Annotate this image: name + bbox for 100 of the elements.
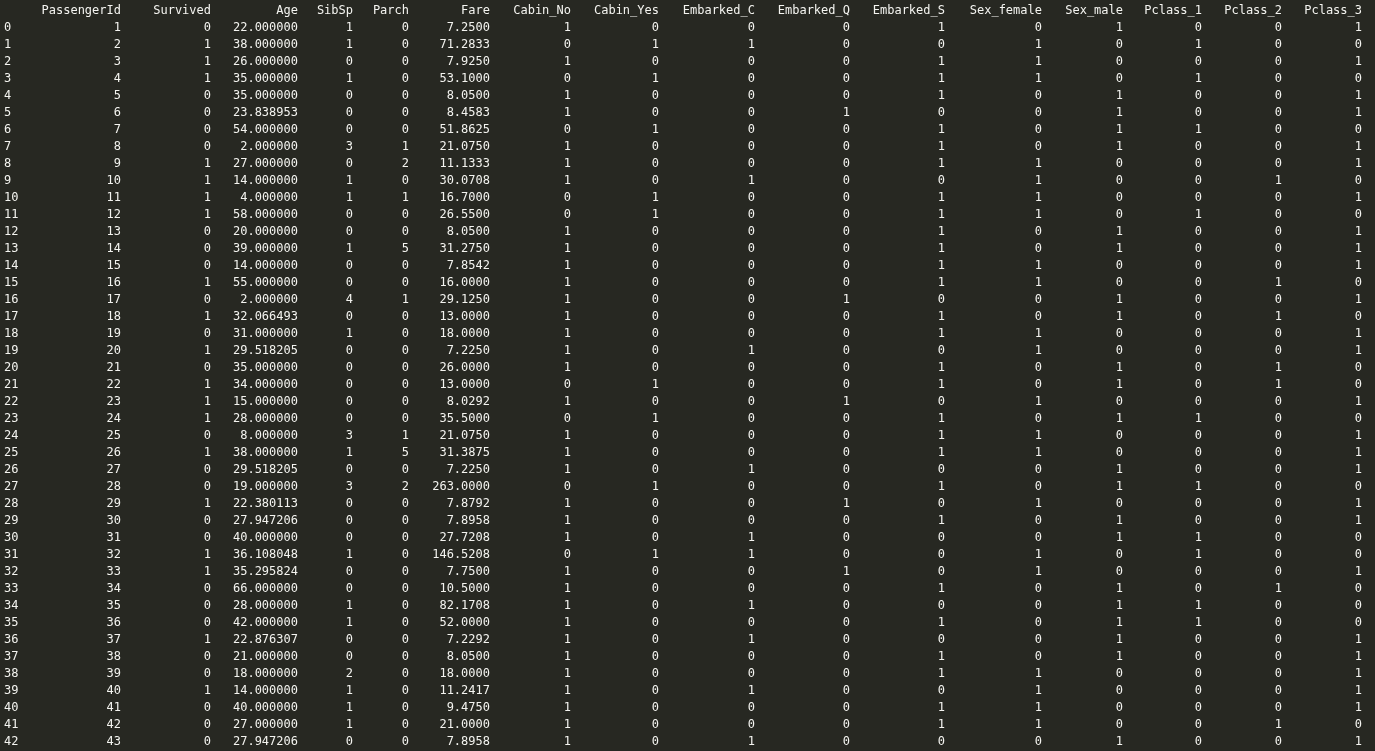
table-cell: 0 [1194,240,1202,255]
table-cell: 1 [651,70,659,85]
table-cell: 1 [1354,53,1362,68]
table-cell: 5 [401,240,409,255]
table-cell: 0 [401,665,409,680]
table-cell: 0 [651,138,659,153]
table-cell: 0 [747,410,755,425]
table-cell: 0 [1354,274,1362,289]
table-cell: 7.8958 [446,733,490,748]
table-cell: 1 [1194,36,1202,51]
table-cell: 0 [842,36,850,51]
table-cell: 0 [937,495,945,510]
table-cell: 0 [203,614,211,629]
table-cell: 1 [1034,427,1042,442]
table-cell: 0 [842,614,850,629]
table-cell: 1 [1354,682,1362,697]
table-cell: 7.2250 [446,461,490,476]
table-cell: 0 [651,495,659,510]
table-cell: 1 [1354,427,1362,442]
table-cell: 0 [842,665,850,680]
table-cell: 0 [203,597,211,612]
row-index: 26 [3,461,19,476]
table-cell: 1 [937,53,945,68]
table-cell: 43 [106,733,121,748]
table-cell: 1 [1354,631,1362,646]
table-cell: 0 [1115,682,1123,697]
table-cell: 0 [1115,70,1123,85]
row-index: 12 [3,223,19,238]
table-cell: 1 [937,359,945,374]
table-cell: 0 [401,512,409,527]
table-cell: 0 [1194,172,1202,187]
table-cell: 1 [1034,172,1042,187]
table-cell: 0 [1274,189,1282,204]
table-cell: 0 [1274,529,1282,544]
table-cell: 0 [563,36,571,51]
table-cell: 1 [563,563,571,578]
table-cell: 30.0708 [439,172,490,187]
table-cell: 82.1708 [439,597,490,612]
table-cell: 0 [937,631,945,646]
table-cell: 0 [1274,733,1282,748]
table-cell: 0 [1274,53,1282,68]
table-cell: 1 [747,546,755,561]
row-index: 37 [3,648,19,663]
table-cell: 0 [1034,512,1042,527]
table-cell: 1 [1274,172,1282,187]
table-cell: 0 [401,172,409,187]
table-cell: 0 [937,733,945,748]
table-cell: 0 [842,172,850,187]
table-cell: 9.4750 [446,699,490,714]
row-index: 20 [3,359,19,374]
table-cell: 7.7500 [446,563,490,578]
table-cell: 1 [401,138,409,153]
table-cell: 31.000000 [232,325,298,340]
table-cell: 0 [401,682,409,697]
table-cell: 1 [1034,495,1042,510]
row-index: 15 [3,274,19,289]
table-cell: 0 [937,172,945,187]
table-cell: 39 [106,665,121,680]
table-cell: 1 [563,257,571,272]
table-cell: 0 [747,206,755,221]
table-cell: 1 [1034,699,1042,714]
table-cell: 0 [842,427,850,442]
table-cell: 66.000000 [232,580,298,595]
table-cell: 0 [651,529,659,544]
table-cell: 0 [1194,461,1202,476]
row-index: 28 [3,495,19,510]
table-cell: 55.000000 [232,274,298,289]
table-cell: 0 [842,274,850,289]
table-cell: 0 [203,87,211,102]
table-cell: 0 [1274,240,1282,255]
table-cell: 0 [203,512,211,527]
table-cell: 0 [1034,478,1042,493]
table-cell: 1 [401,427,409,442]
table-cell: 0 [1354,121,1362,136]
table-cell: 1 [563,223,571,238]
table-cell: 1 [1354,189,1362,204]
table-cell: 3 [345,427,353,442]
table-cell: 6 [113,104,121,119]
table-cell: 0 [1354,70,1362,85]
table-cell: 0 [1194,359,1202,374]
row-index: 7 [3,138,12,153]
table-cell: 30 [106,512,121,527]
column-header: Embarked_Q [777,2,850,17]
table-cell: 0 [937,393,945,408]
table-cell: 4 [345,291,353,306]
table-cell: 18.0000 [439,325,490,340]
table-cell: 0 [1194,274,1202,289]
table-cell: 11 [106,189,121,204]
table-cell: 0 [651,359,659,374]
table-cell: 1 [1194,70,1202,85]
table-cell: 13.0000 [439,376,490,391]
table-cell: 0 [1115,699,1123,714]
table-cell: 0 [345,733,353,748]
table-cell: 0 [203,19,211,34]
table-cell: 0 [345,580,353,595]
table-cell: 1 [1115,376,1123,391]
table-cell: 42 [106,716,121,731]
table-cell: 2 [113,36,121,51]
table-cell: 0 [651,716,659,731]
table-cell: 16.0000 [439,274,490,289]
